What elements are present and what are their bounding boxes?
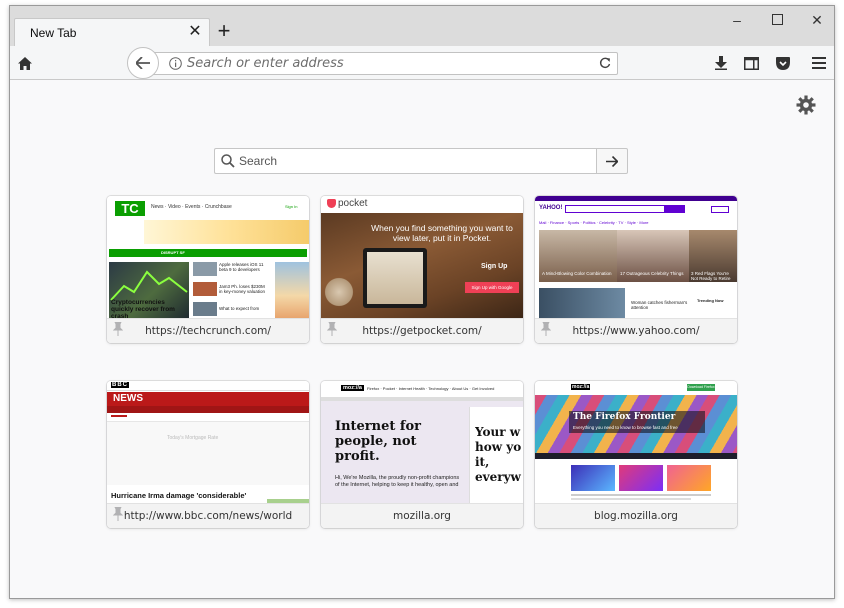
search-field[interactable] bbox=[214, 148, 596, 174]
tile-thumbnail: TC News · Video · Events · Crunchbase Si… bbox=[107, 196, 309, 318]
top-site-tile[interactable]: moz://a Firefox · Pocket · Internet Heal… bbox=[321, 381, 523, 528]
tile-thumbnail: pocket When you find something you want … bbox=[321, 196, 523, 318]
top-site-tile[interactable]: pocket When you find something you want … bbox=[321, 196, 523, 343]
search-input[interactable] bbox=[239, 149, 589, 173]
side-story: What to expect from bbox=[219, 306, 260, 311]
tab-new-tab[interactable]: New Tab ✕ bbox=[14, 18, 210, 46]
bbc-logo: BBC bbox=[111, 382, 129, 388]
techcrunch-logo: TC bbox=[115, 201, 145, 216]
side-story: Apple releases iOS 11 beta 9 to develope… bbox=[219, 262, 264, 272]
site-nav: News · Video · Events · Crunchbase bbox=[151, 204, 232, 210]
pocket-logo: pocket bbox=[338, 198, 368, 209]
tile-body: Hi, We're Mozilla, the proudly non-profi… bbox=[335, 475, 460, 488]
tile-thumbnail: YAHOO! Mail · Finance · Sports · Politic… bbox=[535, 196, 737, 318]
story-caption: 3 Red Flags You're Not Ready to Retire bbox=[691, 271, 731, 281]
site-signin: Sign In bbox=[285, 204, 298, 209]
address-input[interactable] bbox=[187, 53, 587, 74]
pocket-icon[interactable] bbox=[772, 53, 794, 73]
tile-url: mozilla.org bbox=[321, 503, 523, 528]
top-site-tile[interactable]: YAHOO! Mail · Finance · Sports · Politic… bbox=[535, 196, 737, 343]
search-submit-button[interactable] bbox=[596, 148, 628, 174]
web-search bbox=[214, 148, 628, 174]
top-site-tile[interactable]: moz://a Download Firefox The Firefox Fro… bbox=[535, 381, 737, 528]
browser-window: New Tab ✕ + – ✕ Search or enter address … bbox=[9, 5, 835, 599]
site-nav: Mail · Finance · Sports · Politics · Cel… bbox=[539, 220, 649, 225]
tile-url: blog.mozilla.org bbox=[535, 503, 737, 528]
banner-text: DISRUPT SF bbox=[161, 250, 185, 255]
tile-headline: Internet for people, not profit. bbox=[335, 419, 422, 464]
pin-icon[interactable] bbox=[541, 322, 551, 336]
new-tab-plus-icon[interactable]: + bbox=[214, 20, 234, 42]
tile-headline: Cryptocurrencies quickly recover from cr… bbox=[111, 299, 175, 318]
tile-url: https://www.yahoo.com/ bbox=[535, 318, 737, 343]
trending-heading: Trending Now bbox=[697, 298, 724, 303]
tab-strip: New Tab ✕ + – ✕ bbox=[10, 6, 834, 46]
sidebar-icon[interactable] bbox=[740, 53, 762, 73]
url-bar[interactable] bbox=[150, 52, 618, 75]
maximize-icon[interactable] bbox=[762, 12, 792, 28]
back-button[interactable] bbox=[127, 47, 159, 79]
pin-icon[interactable] bbox=[113, 507, 123, 521]
mozilla-logo: moz://a bbox=[341, 385, 364, 391]
tile-subheadline: Everything you need to know to browse fa… bbox=[573, 425, 678, 430]
top-site-tile[interactable]: TC News · Video · Events · Crunchbase Si… bbox=[107, 196, 309, 343]
download-icon[interactable] bbox=[710, 53, 732, 73]
pocket-logo-icon bbox=[327, 199, 336, 208]
tab-title: New Tab bbox=[30, 26, 77, 40]
site-nav: Firefox · Pocket · Internet Health · Tec… bbox=[367, 386, 495, 391]
close-icon[interactable]: ✕ bbox=[187, 24, 203, 40]
tile-url: https://getpocket.com/ bbox=[321, 318, 523, 343]
download-button: Download Firefox bbox=[687, 384, 715, 391]
tile-thumbnail: BBC NEWS Today's Mortgage Rate Hurricane… bbox=[107, 381, 309, 503]
gear-icon[interactable] bbox=[796, 95, 816, 115]
top-site-tile[interactable]: BBC NEWS Today's Mortgage Rate Hurricane… bbox=[107, 381, 309, 528]
tile-thumbnail: moz://a Download Firefox The Firefox Fro… bbox=[535, 381, 737, 503]
home-icon[interactable] bbox=[14, 53, 36, 73]
info-icon[interactable] bbox=[169, 57, 182, 75]
reload-icon[interactable] bbox=[597, 55, 613, 71]
search-icon bbox=[221, 154, 235, 173]
pin-icon[interactable] bbox=[113, 322, 123, 336]
story-caption: Woman catches fisherman's attention bbox=[631, 300, 688, 310]
pin-icon[interactable] bbox=[327, 322, 337, 336]
ad-text: Today's Mortgage Rate bbox=[167, 435, 219, 441]
yahoo-logo: YAHOO! bbox=[539, 205, 563, 211]
menu-icon[interactable] bbox=[808, 53, 830, 73]
mozilla-logo: moz://a bbox=[571, 384, 591, 390]
tile-headline: When you find something you want to view… bbox=[371, 223, 513, 243]
story-caption: A Mind-Blowing Color Combination bbox=[542, 271, 612, 276]
story-caption: 17 Outrageous Celebrity Things bbox=[620, 271, 684, 276]
google-signup: Sign Up with Google bbox=[465, 282, 519, 293]
tile-url: https://techcrunch.com/ bbox=[107, 318, 309, 343]
tile-url: http://www.bbc.com/news/world bbox=[107, 503, 309, 528]
signup-text: Sign Up bbox=[481, 263, 508, 270]
new-tab-page: TC News · Video · Events · Crunchbase Si… bbox=[10, 81, 834, 598]
tile-thumbnail: moz://a Firefox · Pocket · Internet Heal… bbox=[321, 381, 523, 503]
tile-headline: The Firefox Frontier bbox=[573, 412, 676, 422]
tile-headline: Hurricane Irma damage 'considerable' bbox=[111, 491, 247, 500]
window-close-icon[interactable]: ✕ bbox=[802, 12, 832, 28]
news-heading: NEWS bbox=[113, 393, 143, 404]
navigation-toolbar bbox=[10, 46, 834, 80]
side-headline: Your w how yo it, everyw bbox=[475, 425, 522, 484]
minimize-icon[interactable]: – bbox=[722, 12, 752, 28]
side-story: Jam3 Ph. loses $230M in key-money valuat… bbox=[219, 284, 266, 294]
